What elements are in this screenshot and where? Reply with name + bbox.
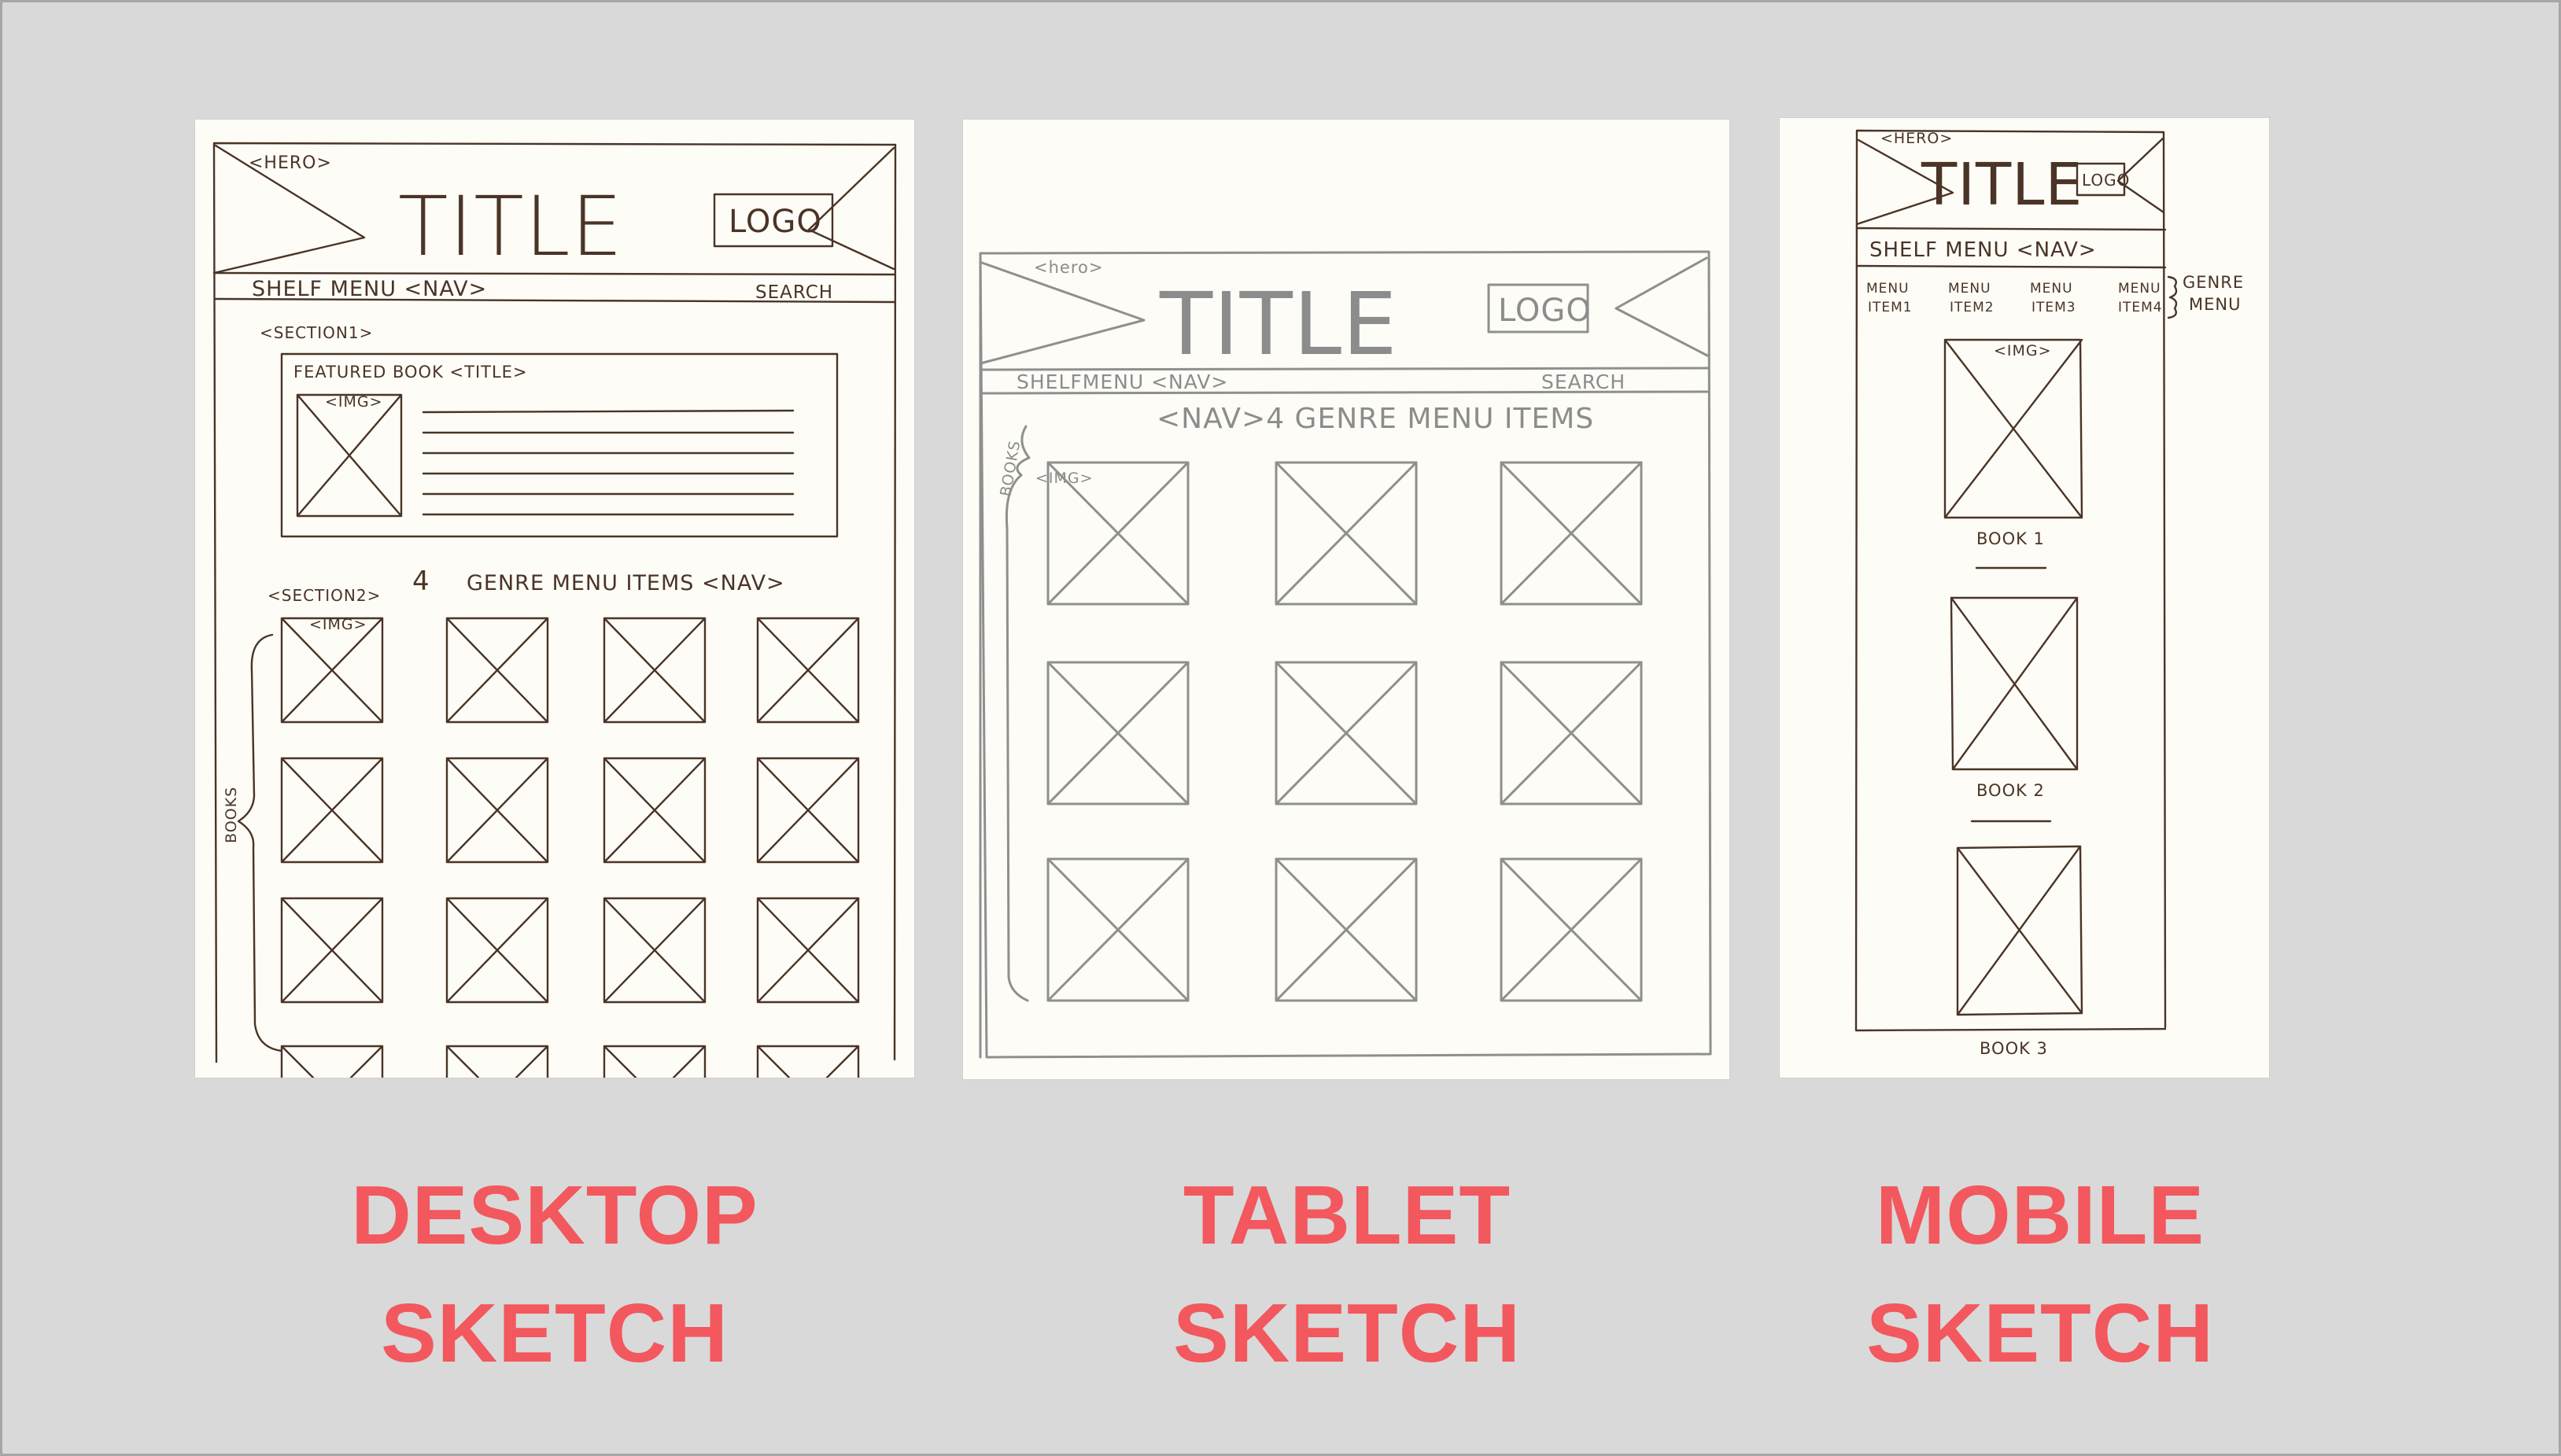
mobile-nav: SHELF MENU <NAV> [1869, 238, 2097, 262]
tablet-sketch-sheet: <hero> TITLE LOGO SHELFMENU <NAV> SEARCH… [963, 120, 1729, 1079]
desktop-caption: DESKTOP SKETCH [240, 1156, 869, 1392]
desktop-book-placeholder-icon [445, 897, 549, 1004]
desktop-book-placeholder-icon [756, 1045, 860, 1078]
mobile-menu-item: MENU ITEM1 [1866, 281, 1913, 315]
desktop-section2: <SECTION2> [268, 586, 381, 605]
tablet-book-placeholder-icon [1275, 461, 1418, 606]
mobile-hero-tag: <HERO> [1880, 130, 1953, 147]
desktop-logo: LOGO [729, 204, 822, 240]
desktop-book-placeholder-icon [280, 897, 384, 1004]
tablet-search: SEARCH [1541, 370, 1626, 393]
mobile-caption: MOBILE SKETCH [1725, 1156, 2355, 1392]
desktop-sketch-sheet: TITLE <HERO> LOGO SHELF MENU <NAV> SEARC… [195, 120, 914, 1078]
desktop-book-placeholder-icon [603, 897, 707, 1004]
tablet-sketch-drawing: <hero> TITLE LOGO SHELFMENU <NAV> SEARCH… [979, 250, 1712, 1059]
desktop-featured: FEATURED BOOK <TITLE> [293, 363, 528, 382]
tablet-book-placeholder-icon [1046, 461, 1190, 606]
tablet-book-placeholder-icon [1275, 661, 1418, 805]
mobile-menu-item-3-line1: MENU [2030, 281, 2073, 297]
tablet-book-placeholder-icon [1500, 661, 1643, 805]
desktop-img-tag: <IMG> [325, 393, 383, 411]
mobile-menu-item-4-line1: MENU [2118, 281, 2161, 297]
mobile-book-2: BOOK 2 [1976, 781, 2045, 800]
desktop-book-placeholder-icon [445, 617, 549, 724]
desktop-book-placeholder-icon [603, 1045, 707, 1078]
desktop-book-placeholder-icon [445, 757, 549, 864]
mobile-img-tag: <IMG> [1994, 342, 2052, 359]
tablet-book-placeholder-icon [1046, 661, 1190, 805]
mobile-caption-line1: MOBILE [1875, 1169, 2205, 1262]
mobile-menu-item-1-line2: ITEM1 [1868, 300, 1913, 315]
tablet-caption-line2: SKETCH [1173, 1287, 1521, 1380]
desktop-section1: <SECTION1> [260, 323, 373, 342]
tablet-book-placeholder-icon [1500, 461, 1643, 606]
desktop-book-placeholder-icon [603, 617, 707, 724]
desktop-caption-line1: DESKTOP [351, 1169, 758, 1262]
mobile-menu-item-3-line2: ITEM3 [2031, 300, 2076, 315]
mobile-title: TITLE [1921, 151, 2083, 219]
desktop-search: SEARCH [755, 282, 833, 303]
desktop-book-grid [280, 617, 860, 1078]
tablet-hero-tag: <hero> [1034, 258, 1103, 277]
desktop-book-placeholder-icon [603, 757, 707, 864]
desktop-hero-tag: <HERO> [249, 153, 332, 173]
mobile-menu-item-1-line1: MENU [1866, 281, 1910, 297]
desktop-book-placeholder-icon [756, 757, 860, 864]
tablet-genre-items: <NAV>4 GENRE MENU ITEMS [1157, 403, 1594, 435]
mobile-genre-note-2: MENU [2189, 295, 2241, 314]
tablet-book-placeholder-icon [1500, 857, 1643, 1002]
desktop-book-placeholder-icon [756, 897, 860, 1004]
mobile-menu-item-4-line2: ITEM4 [2118, 300, 2163, 315]
desktop-sketch-drawing: TITLE <HERO> LOGO SHELF MENU <NAV> SEARC… [212, 142, 897, 1078]
desktop-book-placeholder-icon [280, 757, 384, 864]
mobile-caption-line2: SKETCH [1866, 1287, 2214, 1380]
desktop-genre-items: GENRE MENU ITEMS <NAV> [467, 571, 785, 595]
tablet-logo: LOGO [1498, 293, 1592, 329]
mobile-menu-item-2-line2: ITEM2 [1950, 300, 1995, 315]
mobile-sketch-drawing: <HERO> TITLE LOGO SHELF MENU <NAV> MENU … [1854, 129, 2244, 1058]
tablet-book-grid [1046, 461, 1643, 1002]
mobile-menu-item-2-line1: MENU [1948, 281, 1991, 297]
tablet-caption: TABLET SKETCH [1032, 1156, 1662, 1392]
desktop-book-placeholder-icon [280, 617, 384, 724]
tablet-book-placeholder-icon [1046, 857, 1190, 1002]
mobile-genre-note-1: GENRE [2183, 273, 2244, 292]
mobile-sketch-sheet: <HERO> TITLE LOGO SHELF MENU <NAV> MENU … [1780, 118, 2269, 1078]
desktop-title: TITLE [398, 179, 623, 275]
desktop-genre-count: 4 [412, 566, 430, 597]
desktop-book-placeholder-icon [756, 617, 860, 724]
tablet-caption-line1: TABLET [1183, 1169, 1511, 1262]
mobile-menu-item: MENU ITEM4 [2118, 281, 2163, 315]
desktop-nav: SHELF MENU <NAV> [252, 277, 487, 301]
desktop-book-placeholder-icon [280, 1045, 384, 1078]
mobile-book-3: BOOK 3 [1980, 1039, 2048, 1058]
mobile-menu-item: MENU ITEM3 [2030, 281, 2076, 315]
desktop-books-label: BOOKS [223, 787, 240, 843]
tablet-book-placeholder-icon [1275, 857, 1418, 1002]
desktop-caption-line2: SKETCH [381, 1287, 729, 1380]
mobile-book-1: BOOK 1 [1976, 529, 2045, 548]
tablet-nav: SHELFMENU <NAV> [1017, 370, 1228, 393]
mobile-logo: LOGO [2082, 171, 2130, 190]
tablet-title: TITLE [1159, 274, 1398, 374]
desktop-book-placeholder-icon [445, 1045, 549, 1078]
mobile-menu-item: MENU ITEM2 [1948, 281, 1995, 315]
